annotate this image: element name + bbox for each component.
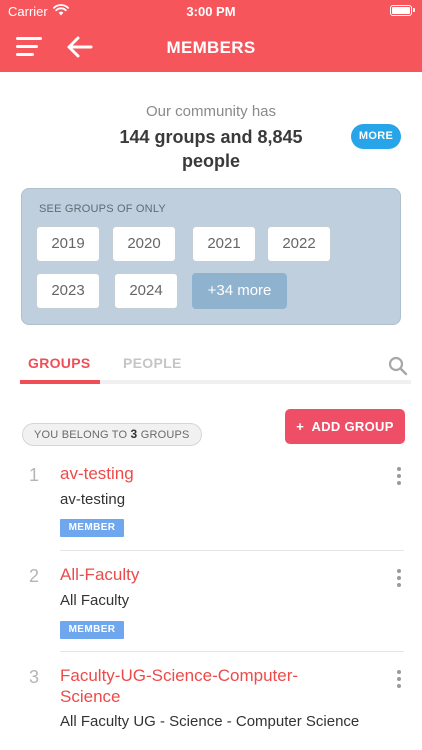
- more-options-icon[interactable]: [390, 568, 408, 590]
- year-filter-label: SEE GROUPS OF ONLY: [39, 203, 166, 215]
- app-header: MEMBERS: [0, 22, 422, 72]
- more-button[interactable]: MORE: [351, 124, 401, 149]
- tab-indicator: [20, 380, 411, 384]
- search-icon[interactable]: [388, 356, 408, 376]
- group-name-link[interactable]: All-Faculty: [60, 564, 350, 585]
- community-stats: 144 groups and 8,845 people: [119, 127, 303, 171]
- year-chip-2024[interactable]: 2024: [114, 273, 178, 309]
- clock: 3:00 PM: [186, 4, 236, 19]
- membership-prefix: YOU BELONG TO: [34, 429, 128, 441]
- tab-groups[interactable]: GROUPS: [28, 355, 90, 371]
- year-chip-2023[interactable]: 2023: [36, 273, 100, 309]
- page-title: MEMBERS: [166, 38, 256, 57]
- group-description: av-testing: [60, 491, 126, 508]
- more-options-icon[interactable]: [390, 669, 408, 691]
- year-chip-2019[interactable]: 2019: [36, 226, 100, 262]
- group-index: 1: [28, 465, 39, 485]
- year-chip-2022[interactable]: 2022: [267, 226, 331, 262]
- year-chip-2020[interactable]: 2020: [112, 226, 176, 262]
- year-filter-panel: SEE GROUPS OF ONLY 2019 2020 2021 2022 2…: [21, 188, 401, 325]
- community-label: Our community has: [145, 103, 277, 120]
- status-bar: Carrier 3:00 PM: [0, 0, 422, 22]
- group-description: All Faculty UG - Science - Computer Scie…: [60, 713, 360, 730]
- more-options-icon[interactable]: [390, 466, 408, 488]
- plus-icon: +: [296, 419, 305, 434]
- year-chip-2021[interactable]: 2021: [192, 226, 256, 262]
- membership-count-badge: YOU BELONG TO 3 GROUPS: [22, 423, 202, 446]
- add-group-button[interactable]: + ADD GROUP: [285, 409, 405, 444]
- group-index: 3: [28, 667, 39, 687]
- group-name-link[interactable]: Faculty-UG-Science-Computer-Science: [60, 665, 350, 707]
- group-name-link[interactable]: av-testing: [60, 463, 350, 484]
- group-index: 2: [28, 566, 39, 586]
- membership-count: 3: [130, 427, 138, 441]
- member-badge: MEMBER: [60, 621, 124, 639]
- tab-people[interactable]: PEOPLE: [123, 355, 182, 371]
- battery-icon: [390, 5, 415, 16]
- membership-suffix: GROUPS: [140, 429, 190, 441]
- add-group-label: ADD GROUP: [311, 419, 394, 434]
- more-years-button[interactable]: +34 more: [192, 273, 287, 309]
- divider: [60, 550, 404, 551]
- group-description: All Faculty: [60, 592, 130, 609]
- divider: [60, 651, 404, 652]
- member-badge: MEMBER: [60, 519, 124, 537]
